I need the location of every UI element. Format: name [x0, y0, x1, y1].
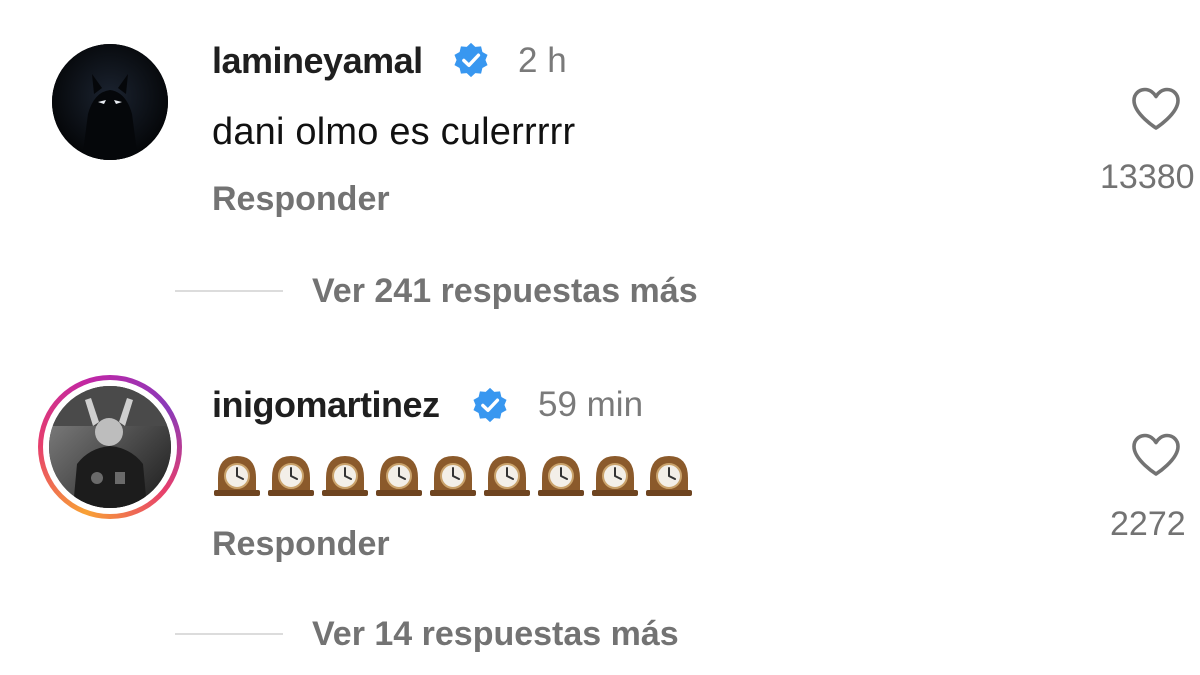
replies-divider	[175, 633, 283, 635]
verified-badge-icon	[454, 42, 488, 78]
mantel-clock-emoji	[646, 456, 692, 496]
mantel-clock-emoji	[538, 456, 584, 496]
mantel-clock-emoji	[430, 456, 476, 496]
mantel-clock-emoji	[214, 456, 260, 496]
comment-username[interactable]: inigomartinez	[212, 384, 440, 426]
comments-page: lamineyamal 2 h dani olmo es culerrrrr R…	[0, 0, 1200, 675]
mantel-clock-emoji	[592, 456, 638, 496]
heart-icon[interactable]	[1130, 86, 1182, 132]
mantel-clock-emoji	[268, 456, 314, 496]
like-count: 13380	[1100, 158, 1195, 196]
comment-username[interactable]: lamineyamal	[212, 40, 423, 82]
story-ring[interactable]	[38, 375, 182, 519]
avatar[interactable]	[49, 386, 171, 508]
view-more-replies-button[interactable]: Ver 241 respuestas más	[312, 272, 698, 311]
reply-button[interactable]: Responder	[212, 525, 390, 564]
mantel-clock-emoji	[376, 456, 422, 496]
comment-text: dani olmo es culerrrrr	[212, 111, 576, 153]
verified-badge-icon	[473, 387, 507, 423]
reply-button[interactable]: Responder	[212, 180, 390, 219]
heart-icon[interactable]	[1130, 432, 1182, 478]
replies-divider	[175, 290, 283, 292]
view-more-replies-button[interactable]: Ver 14 respuestas más	[312, 615, 679, 654]
comment-timestamp: 59 min	[538, 385, 644, 424]
comment-text	[212, 448, 694, 500]
mantel-clock-emoji	[484, 456, 530, 496]
like-count: 2272	[1110, 505, 1186, 543]
batman-avatar-image	[52, 44, 168, 160]
player-avatar-image	[49, 386, 171, 508]
mantel-clock-emoji	[322, 456, 368, 496]
comment-timestamp: 2 h	[518, 41, 567, 80]
avatar[interactable]	[52, 44, 168, 160]
